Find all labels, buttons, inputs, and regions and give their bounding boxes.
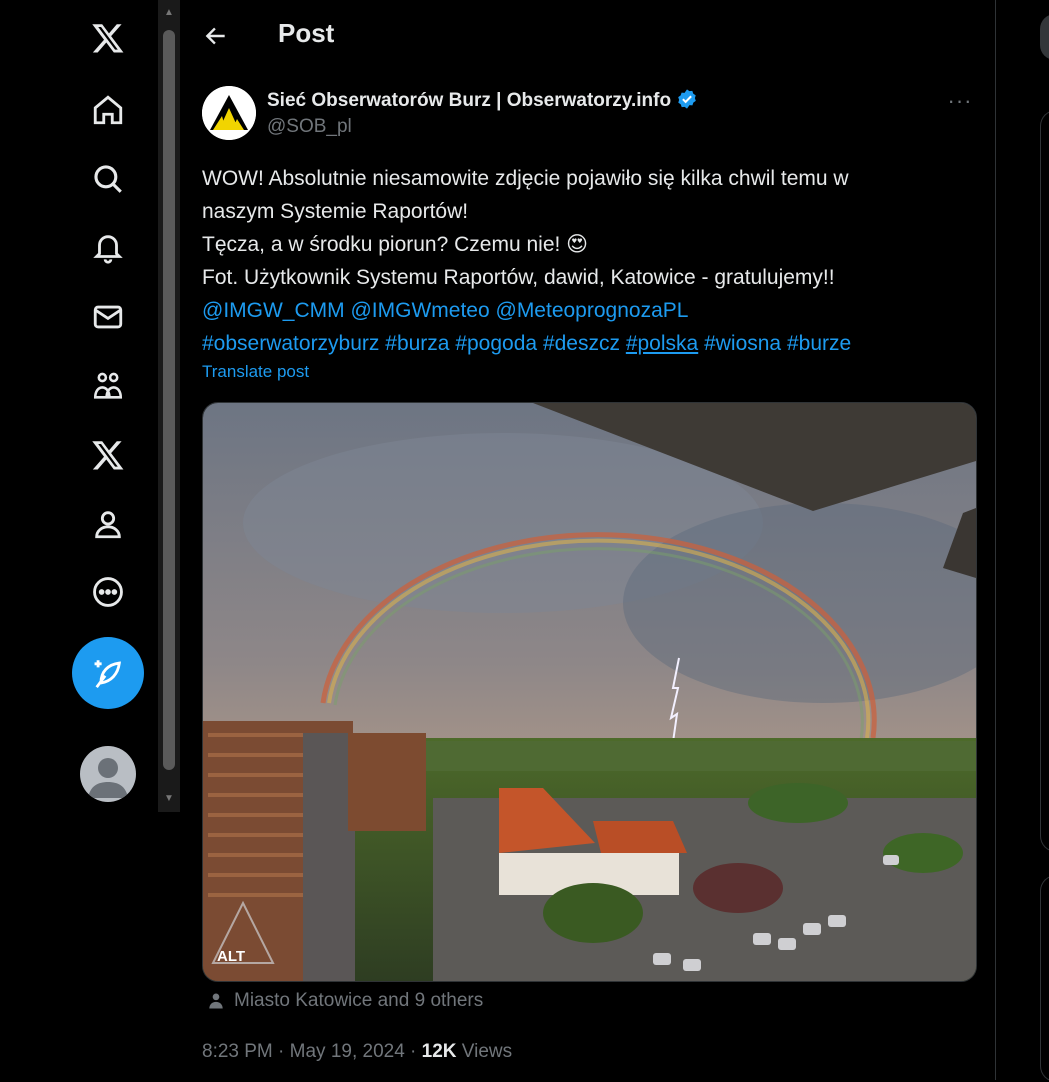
scroll-up-arrow-icon[interactable]: ▲ bbox=[163, 6, 175, 20]
page-title: Post bbox=[278, 18, 335, 48]
communities-icon[interactable] bbox=[72, 356, 144, 416]
account-avatar[interactable] bbox=[80, 746, 136, 802]
post-column: Post Sieć Obserwatorów Burz | Obserwator… bbox=[180, 0, 996, 1080]
alt-badge[interactable]: ALT bbox=[217, 948, 245, 965]
hashtag-link[interactable]: #deszcz bbox=[543, 332, 620, 355]
post-text-line: Tęcza, a w środku piorun? Czemu nie! 😍 bbox=[202, 233, 589, 256]
right-card bbox=[1040, 110, 1049, 852]
more-circle-icon[interactable] bbox=[72, 562, 144, 622]
views-count[interactable]: 12K bbox=[422, 1041, 457, 1062]
mention-link[interactable]: @IMGW_CMM bbox=[202, 299, 345, 322]
hashtag-link[interactable]: #obserwatorzyburz bbox=[202, 332, 379, 355]
author-avatar[interactable] bbox=[202, 86, 256, 140]
hashtags-line: #obserwatorzyburz #burza #pogoda #deszcz… bbox=[202, 327, 972, 360]
compose-feather-icon bbox=[94, 660, 121, 689]
premium-x-icon[interactable] bbox=[72, 425, 144, 485]
post-text: WOW! Absolutnie niesamowite zdjęcie poja… bbox=[202, 162, 972, 360]
tagged-text[interactable]: Miasto Katowice and 9 others bbox=[234, 990, 483, 1012]
views-label: Views bbox=[456, 1041, 513, 1062]
scrollbar-thumb[interactable] bbox=[163, 30, 175, 770]
author-handle[interactable]: @SOB_pl bbox=[267, 116, 352, 138]
home-icon[interactable] bbox=[72, 80, 144, 140]
translate-post-link[interactable]: Translate post bbox=[202, 362, 309, 382]
post-more-button[interactable]: ··· bbox=[942, 88, 978, 113]
search-icon[interactable] bbox=[72, 149, 144, 209]
right-card bbox=[1040, 875, 1049, 1082]
back-arrow-icon bbox=[205, 27, 225, 45]
post-text-line: WOW! Absolutnie niesamowite zdjęcie poja… bbox=[202, 167, 849, 190]
back-button[interactable] bbox=[198, 18, 234, 54]
tagged-users[interactable]: Miasto Katowice and 9 others bbox=[206, 990, 483, 1012]
hashtag-link[interactable]: #pogoda bbox=[455, 332, 537, 355]
mention-link[interactable]: @IMGWmeteo bbox=[350, 299, 489, 322]
post-text-line: naszym Systemie Raportów! bbox=[202, 200, 469, 223]
hashtag-link[interactable]: #burze bbox=[787, 332, 851, 355]
hashtag-link[interactable]: #polska bbox=[626, 332, 698, 355]
hashtag-link[interactable]: #wiosna bbox=[704, 332, 781, 355]
hashtag-link[interactable]: #burza bbox=[385, 332, 449, 355]
sidebar-nav bbox=[0, 0, 158, 1080]
author-name[interactable]: Sieć Obserwatorów Burz | Obserwatorzy.in… bbox=[267, 88, 698, 116]
author-name-text[interactable]: Sieć Obserwatorów Burz | Obserwatorzy.in… bbox=[267, 90, 671, 111]
person-icon bbox=[209, 993, 223, 1009]
mentions-line: @IMGW_CMM @IMGWmeteo @MeteoprognozaPL bbox=[202, 294, 972, 327]
post-header: Post bbox=[180, 0, 995, 70]
post-text-line: Fot. Użytkownik Systemu Raportów, dawid,… bbox=[202, 266, 835, 289]
post-meta: 8:23 PM · May 19, 2024 · 12K Views bbox=[202, 1041, 512, 1063]
scroll-down-arrow-icon[interactable]: ▼ bbox=[163, 792, 175, 806]
verified-badge-icon bbox=[676, 88, 698, 116]
messages-envelope-icon[interactable] bbox=[72, 287, 144, 347]
notifications-bell-icon[interactable] bbox=[72, 218, 144, 278]
compose-button[interactable] bbox=[72, 637, 144, 709]
mention-link[interactable]: @MeteoprognozaPL bbox=[496, 299, 689, 322]
rainbow-lightning-photo bbox=[203, 403, 976, 981]
profile-icon[interactable] bbox=[72, 494, 144, 554]
post-timestamp[interactable]: 8:23 PM · May 19, 2024 · bbox=[202, 1041, 422, 1062]
post-photo[interactable]: ALT bbox=[202, 402, 977, 982]
x-logo-icon[interactable] bbox=[72, 8, 144, 68]
